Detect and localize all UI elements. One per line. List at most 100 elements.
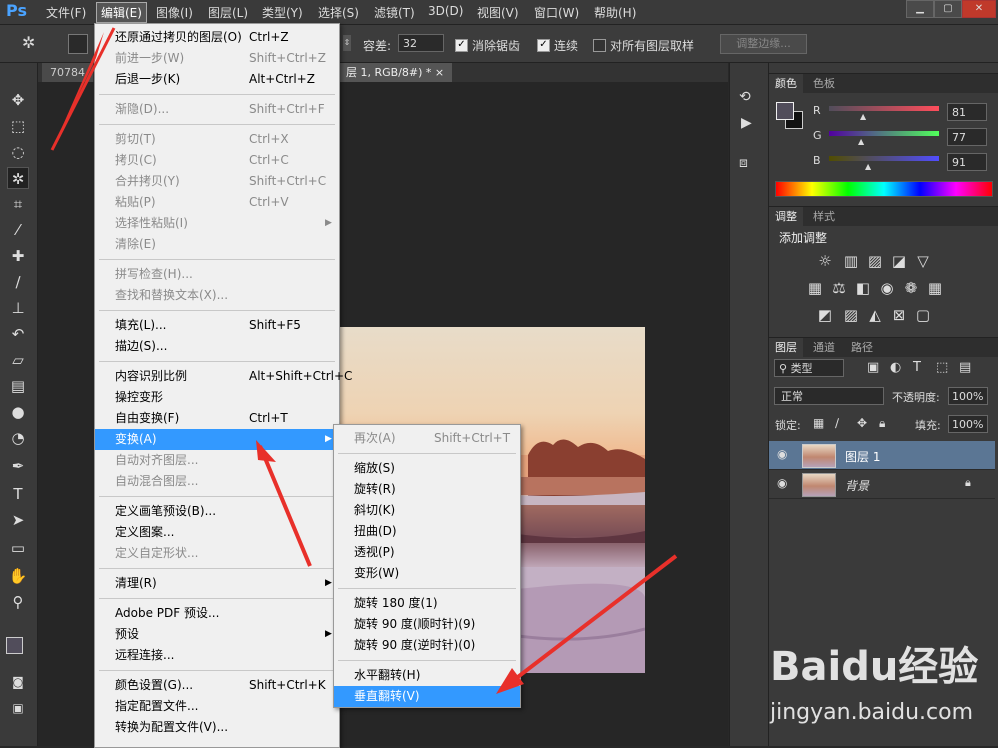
edit-menu-item[interactable]: 远程连接... (95, 645, 339, 666)
r-slider-handle[interactable]: ▲ (860, 112, 866, 121)
posterize-icon[interactable]: ▨ (841, 305, 861, 325)
actions-panel-icon[interactable]: ▶ (741, 115, 752, 131)
edit-menu-item[interactable]: 定义图案... (95, 522, 339, 543)
edit-menu-item[interactable]: 还原通过拷贝的图层(O) Ctrl+Z (95, 27, 339, 48)
minimize-icon[interactable]: ▁ (906, 0, 934, 18)
stamp-tool-icon[interactable]: ⊥ (7, 297, 29, 319)
transform-menu-item[interactable]: 垂直翻转(V) (334, 686, 520, 707)
tab-swatches[interactable]: 色板 (807, 74, 841, 93)
antialias-checkbox[interactable]: ✓ 消除锯齿 (455, 37, 520, 54)
edit-menu-item[interactable]: Adobe PDF 预设... (95, 603, 339, 624)
pixel-filter-icon[interactable]: ▣ (867, 360, 879, 375)
document-tab-1[interactable]: 70784 (42, 63, 93, 82)
lock-all-icon[interactable]: 🔒︎ (879, 416, 885, 431)
eraser-tool-icon[interactable]: ▱ (7, 349, 29, 371)
history-brush-icon[interactable]: ↶ (7, 323, 29, 345)
curves-icon[interactable]: ▨ (865, 251, 885, 271)
edit-menu-item[interactable]: 后退一步(K) Alt+Ctrl+Z (95, 69, 339, 90)
tolerance-input[interactable]: 32 (398, 34, 444, 52)
layer-name[interactable]: 图层 1 (845, 448, 880, 465)
menu-layer[interactable]: 图层(L) (208, 4, 248, 21)
invert-icon[interactable]: ◩ (815, 305, 835, 325)
r-input[interactable]: 81 (947, 103, 987, 121)
dodge-tool-icon[interactable]: ◔ (7, 427, 29, 449)
pen-tool-icon[interactable]: ✒ (7, 455, 29, 477)
edit-menu-item[interactable]: 描边(S)... (95, 336, 339, 357)
magic-wand-tool-icon[interactable]: ✲ (7, 167, 29, 189)
layer-row-1[interactable]: ◉ 图层 1 (769, 441, 995, 470)
tab-close-icon[interactable]: × (435, 66, 444, 79)
lock-pixels-icon[interactable]: ∕ (835, 416, 839, 430)
type-tool-icon[interactable]: T (7, 483, 29, 505)
threshold-icon[interactable]: ◭ (865, 305, 885, 325)
quick-mask-icon[interactable]: ◙ (7, 671, 29, 693)
crop-tool-icon[interactable]: ⌗ (7, 193, 29, 215)
brush-tool-icon[interactable]: ∕ (7, 271, 29, 293)
edit-menu-item[interactable]: 指定配置文件... (95, 696, 339, 717)
photo-filter-icon[interactable]: ◉ (877, 278, 897, 298)
tab-paths[interactable]: 路径 (845, 338, 879, 357)
contiguous-checkbox[interactable]: ✓ 连续 (537, 37, 578, 54)
healing-brush-icon[interactable]: ✚ (7, 245, 29, 267)
transform-menu-item[interactable]: 缩放(S) (334, 458, 520, 479)
refine-edge-button[interactable]: 调整边缘... (720, 34, 807, 54)
transform-menu-item[interactable]: 旋转 180 度(1) (334, 593, 520, 614)
edit-menu-item[interactable]: 定义画笔预设(B)... (95, 501, 339, 522)
b-slider-handle[interactable]: ▲ (865, 162, 871, 171)
maximize-icon[interactable]: ▢ (934, 0, 962, 18)
zoom-tool-icon[interactable]: ⚲ (7, 591, 29, 613)
lock-position-icon[interactable]: ✥ (857, 416, 867, 430)
edit-menu-item[interactable]: 内容识别比例 Alt+Shift+Ctrl+C (95, 366, 352, 387)
lasso-tool-icon[interactable]: ◌ (7, 141, 29, 163)
screen-mode-icon[interactable]: ▣ (7, 697, 29, 719)
3d-panel-icon[interactable]: ⧈ (739, 155, 748, 171)
color-spectrum-bar[interactable] (775, 181, 993, 197)
close-window-icon[interactable]: ✕ (962, 0, 996, 18)
sample-all-checkbox[interactable]: 对所有图层取样 (593, 37, 694, 54)
blur-tool-icon[interactable]: ● (7, 401, 29, 423)
blend-mode-dropdown[interactable]: 正常 (774, 387, 884, 405)
menu-view[interactable]: 视图(V) (477, 4, 519, 21)
transform-menu-item[interactable]: 水平翻转(H) (334, 665, 520, 686)
fill-input[interactable]: 100% (948, 415, 988, 433)
smart-object-filter-icon[interactable]: ▤ (959, 360, 971, 375)
color-balance-icon[interactable]: ⚖ (829, 278, 849, 298)
edit-menu-item[interactable]: 预设 ▶ (95, 624, 339, 645)
opacity-input[interactable]: 100% (948, 387, 988, 405)
lock-transparency-icon[interactable]: ▦ (813, 416, 824, 430)
transform-menu-item[interactable]: 变形(W) (334, 563, 520, 584)
visibility-eye-icon[interactable]: ◉ (777, 447, 787, 461)
layer-filter-dropdown[interactable]: ⚲ 类型 (774, 359, 844, 377)
menu-3d[interactable]: 3D(D) (428, 4, 463, 18)
tab-styles[interactable]: 样式 (807, 207, 841, 226)
layer-name[interactable]: 背景 (845, 477, 869, 494)
foreground-color-swatch[interactable] (6, 637, 23, 654)
exposure-icon[interactable]: ◪ (889, 251, 909, 271)
menu-filter[interactable]: 滤镜(T) (374, 4, 415, 21)
edit-menu-item[interactable]: 颜色设置(G)... Shift+Ctrl+K (95, 675, 339, 696)
edit-menu-item[interactable]: 转换为配置文件(V)... (95, 717, 339, 738)
transform-menu-item[interactable]: 旋转 90 度(逆时针)(0) (334, 635, 520, 656)
edit-menu-item[interactable]: 清理(R) ▶ (95, 573, 339, 594)
marquee-tool-icon[interactable]: ⬚ (7, 115, 29, 137)
menu-select[interactable]: 选择(S) (318, 4, 359, 21)
transform-menu-item[interactable]: 斜切(K) (334, 500, 520, 521)
transform-menu-item[interactable]: 透视(P) (334, 542, 520, 563)
edit-menu-item[interactable]: 操控变形 (95, 387, 339, 408)
hand-tool-icon[interactable]: ✋ (7, 565, 29, 587)
hue-saturation-icon[interactable]: ▦ (805, 278, 825, 298)
tab-channels[interactable]: 通道 (807, 338, 841, 357)
menu-type[interactable]: 类型(Y) (262, 4, 303, 21)
tab-color[interactable]: 颜色 (769, 74, 803, 93)
menu-file[interactable]: 文件(F) (46, 4, 86, 21)
vibrance-icon[interactable]: ▽ (913, 251, 933, 271)
brightness-icon[interactable]: ☼ (815, 251, 835, 271)
g-slider-handle[interactable]: ▲ (858, 137, 864, 146)
move-tool-icon[interactable]: ✥ (7, 89, 29, 111)
color-lookup-icon[interactable]: ▦ (925, 278, 945, 298)
g-slider[interactable] (829, 131, 939, 136)
eyedropper-tool-icon[interactable]: ⁄ (7, 219, 29, 241)
gradient-tool-icon[interactable]: ▤ (7, 375, 29, 397)
tab-adjustments[interactable]: 调整 (769, 207, 803, 226)
transform-menu-item[interactable]: 旋转(R) (334, 479, 520, 500)
